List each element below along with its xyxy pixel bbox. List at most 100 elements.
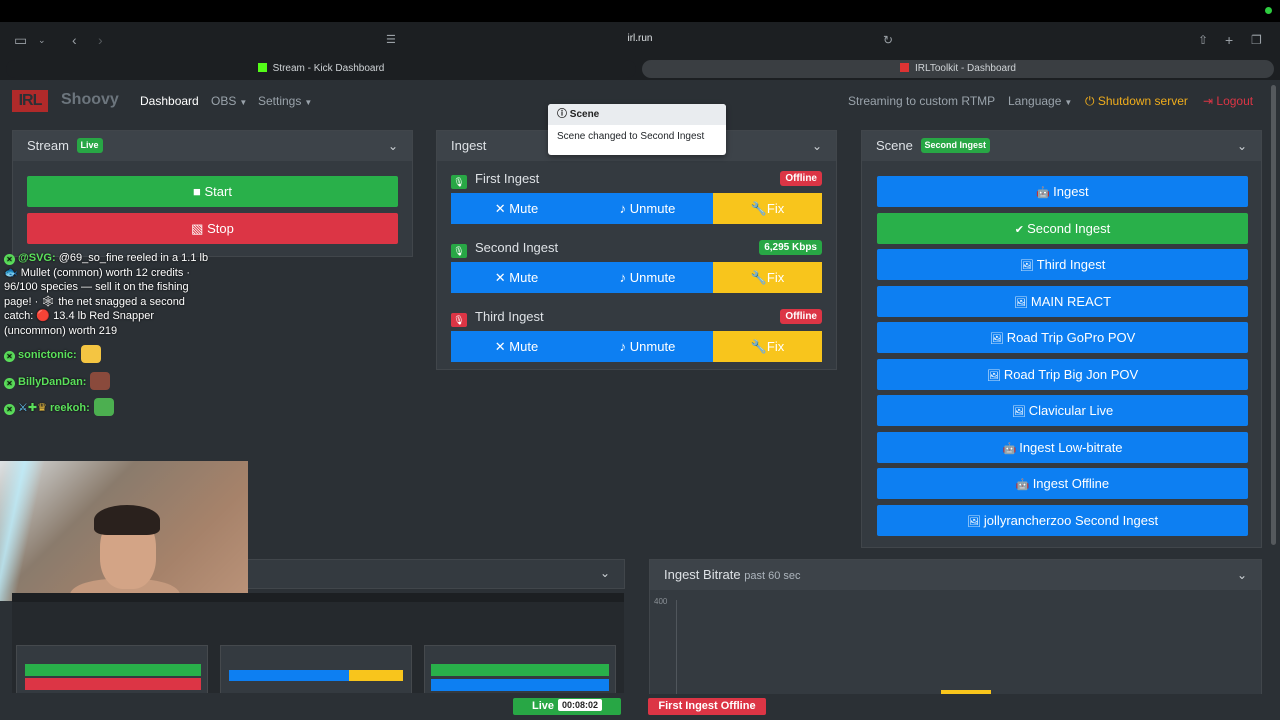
bitrate-card-subtitle: past 60 sec [744,570,801,582]
mini-scene-active [431,664,609,676]
crown-badge-icon: ♛ [37,402,47,414]
tab-overview-icon[interactable]: ❐ [1251,31,1262,49]
microphone-icon: 🎙 [451,175,467,189]
scene-button[interactable]: 🤖 Ingest Low-bitrate [877,431,1248,463]
status-dot [1265,7,1272,14]
emote-icon [80,345,101,363]
mini-stop-button [25,678,201,690]
mute-button[interactable]: ✕ Mute [451,193,582,224]
scene-button[interactable]: 🖼 MAIN REACT [877,285,1248,317]
scene-label: Ingest Low-bitrate [1019,439,1123,455]
ingest-offline-alert: First Ingest Offline [648,698,766,715]
microphone-slash-icon: 🎙 [451,313,467,327]
mute-button[interactable]: ✕ Mute [451,262,582,293]
fix-button[interactable]: 🔧Fix [713,193,822,224]
chat-username: @SVG: [18,252,56,264]
preview-card-header[interactable]: ⌄ [248,559,625,589]
scene-button[interactable]: 🖼 Third Ingest [877,249,1248,280]
caret-down-icon: ▼ [1064,98,1073,107]
bitrate-card-header[interactable]: Ingest Bitrate past 60 sec ⌄ [650,560,1261,590]
scene-button[interactable]: 🖼 Road Trip Big Jon POV [877,358,1248,390]
chevron-down-icon[interactable]: ⌄ [388,131,398,161]
stream-card-header[interactable]: Stream Live ⌄ [13,131,412,161]
ingest-title-first: 🎙 First Ingest [451,171,539,189]
forward-icon[interactable]: › [98,31,103,49]
page-scrollbar[interactable] [1271,85,1276,545]
fix-button[interactable]: 🔧Fix [713,331,822,362]
caret-down-icon: ▼ [239,98,248,107]
unmute-button[interactable]: ♪ Unmute [582,262,713,293]
chevron-down-icon[interactable]: ⌄ [1237,131,1247,161]
ingest-controls-third: ✕ Mute ♪ Unmute 🔧Fix [451,331,822,362]
toast-body: Scene changed to Second Ingest [557,131,705,142]
tab-irltoolkit-dashboard[interactable]: IRLToolkit - Dashboard [642,60,1274,78]
y-axis-tick: 400 [654,597,668,606]
url-field[interactable]: irl.run [580,33,700,44]
brand-name[interactable]: Shoovy [61,91,119,109]
chat-username: reekoh: [50,402,90,414]
microphone-icon: 🎙 [451,244,467,258]
bitrate-card-title: Ingest Bitrate [664,567,741,582]
chevron-down-icon[interactable]: ⌄ [38,31,46,49]
ingest-controls-first: ✕ Mute ♪ Unmute 🔧Fix [451,193,822,224]
chat-message: ✕ @SVG: @69_so_fine reeled in a 1.1 lb 🐟 … [4,251,214,338]
scene-button[interactable]: 🖼 Road Trip GoPro POV [877,322,1248,353]
tab-kick-dashboard[interactable]: Stream - Kick Dashboard [6,60,636,78]
info-icon: ⓘ [557,109,570,120]
scene-button[interactable]: 🤖 Ingest [877,176,1248,207]
share-icon[interactable]: ⇧ [1198,31,1208,49]
unmute-button[interactable]: ♪ Unmute [582,331,713,362]
chevron-down-icon[interactable]: ⌄ [600,566,610,580]
scene-button[interactable]: ✔ Second Ingest [877,212,1248,244]
mini-fix-button [349,670,403,681]
shutdown-server-button[interactable]: ⏻ Shutdown server [1085,94,1188,109]
logout-button[interactable]: ⇥ Logout [1203,94,1253,108]
scene-label: Road Trip Big Jon POV [1003,366,1139,382]
nav-language-dropdown[interactable]: Language ▼ [1008,94,1072,108]
back-icon[interactable]: ‹ [72,31,77,49]
chevron-down-icon[interactable]: ⌄ [812,131,822,161]
fix-button[interactable]: 🔧Fix [713,262,822,293]
chat-badge-icon: ✕ [4,351,15,362]
scene-label: Third Ingest [1036,257,1106,272]
chat-username: sonictonic: [18,349,77,361]
webcam-hair [94,505,160,535]
microphone-slash-icon: ✕ [494,270,510,285]
irl-logo[interactable]: IRL [12,90,48,112]
chat-message: ✕ ⚔✚♛ reekoh: [4,398,114,416]
microphone-icon: ♪ [619,201,630,216]
scene-button[interactable]: 🖼 Clavicular Live [877,395,1248,426]
ingest-card: Ingest ⌄ 🎙 First Ingest Offline ✕ Mute ♪ … [436,130,837,370]
scene-toast[interactable]: ⓘ Scene Scene changed to Second Ingest [548,104,726,155]
start-stream-button[interactable]: ■ Start [27,176,398,207]
screen-preview [12,593,624,693]
nav-dashboard[interactable]: Dashboard [140,94,199,108]
scene-button[interactable]: 🖼 jollyrancherzoo Second Ingest [877,504,1248,536]
nav-settings-dropdown[interactable]: Settings ▼ [258,94,312,108]
robot-icon: 🤖 [1015,479,1033,491]
live-timer: 00:08:02 [557,699,603,711]
microphone-slash-icon: ✕ [494,201,510,216]
ingest-title-third: 🎙 Third Ingest [451,309,544,327]
mute-button[interactable]: ✕ Mute [451,331,582,362]
nav-obs-dropdown[interactable]: OBS ▼ [211,94,247,108]
new-tab-icon[interactable]: + [1225,31,1233,49]
scene-label: Second Ingest [1027,220,1111,236]
page-menu-icon[interactable]: ☰ [386,31,396,49]
ingest-title-second: 🎙 Second Ingest [451,240,558,258]
scene-card-header[interactable]: Scene Second Ingest ⌄ [862,131,1261,161]
chevron-down-icon[interactable]: ⌄ [1237,560,1247,590]
scene-button[interactable]: 🤖 Ingest Offline [877,468,1248,499]
unmute-button[interactable]: ♪ Unmute [582,193,713,224]
stream-status-badge: Live [76,138,103,153]
stream-card: Stream Live ⌄ ■ Start ▧ Stop [12,130,413,257]
mini-stream-card [16,645,208,693]
video-camera-icon: ■ [193,184,205,199]
reload-icon[interactable]: ↻ [883,31,893,49]
stop-stream-button[interactable]: ▧ Stop [27,213,398,244]
image-icon: 🖼 [1013,296,1031,309]
sidebar-toggle-icon[interactable]: ▭ [14,31,27,49]
irltoolkit-favicon-icon [900,63,909,72]
wrench-icon: 🔧 [750,339,767,354]
chat-badge-icon: ✕ [4,378,15,389]
